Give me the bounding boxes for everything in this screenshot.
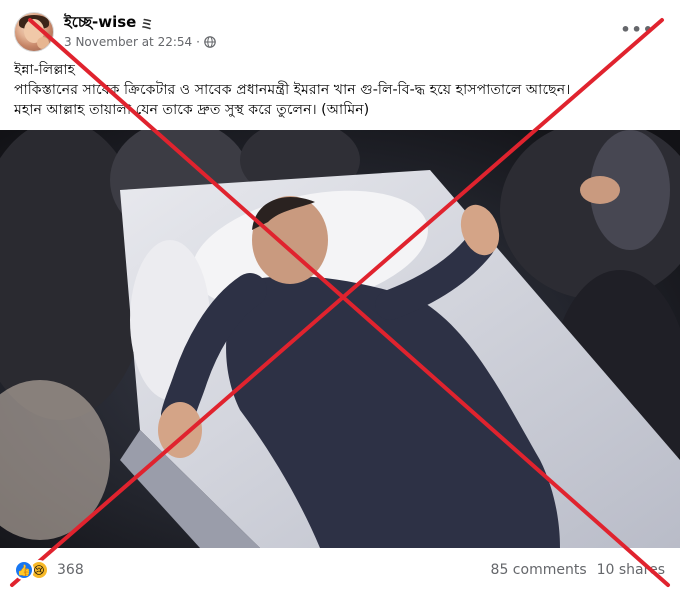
post-timestamp[interactable]: 3 November at 22:54 <box>64 35 192 49</box>
reaction-count[interactable]: 368 <box>57 562 84 578</box>
post-text-line: পাকিস্তানের সাবেক ক্রিকেটার ও সাবেক প্রধ… <box>14 82 571 98</box>
post-stats: 85 comments 10 shares <box>491 562 665 578</box>
author-name[interactable]: ইচ্ছে-wise <box>64 11 136 36</box>
globe-icon <box>204 36 216 48</box>
post-text-line: ইন্না-লিল্লাহ <box>14 62 76 78</box>
comments-count[interactable]: 85 comments <box>491 562 587 578</box>
like-icon: 👍 <box>14 560 34 580</box>
post-photo[interactable] <box>0 130 680 548</box>
avatar-hand <box>37 37 49 49</box>
facebook-post: ইচ্ছে-wise ミ 3 November at 22:54 · ••• ই… <box>0 0 680 592</box>
reactions-summary[interactable]: 👍 😢 368 <box>14 560 84 580</box>
meta-separator: · <box>196 35 200 49</box>
shares-count[interactable]: 10 shares <box>597 562 665 578</box>
more-options-icon[interactable]: ••• <box>620 20 654 39</box>
post-header: ইচ্ছে-wise ミ 3 November at 22:54 · ••• <box>14 10 664 54</box>
triple-z-icon: ミ <box>140 18 153 33</box>
post-meta: 3 November at 22:54 · <box>64 35 216 49</box>
post-text-line: মহান আল্লাহ তায়ালা যেন তাকে দ্রুত সুস্থ… <box>14 102 370 118</box>
author-avatar[interactable] <box>14 12 54 52</box>
post-text: ইন্না-লিল্লাহ পাকিস্তানের সাবেক ক্রিকেটা… <box>14 60 669 120</box>
photo-illustration <box>0 130 680 548</box>
author-row: ইচ্ছে-wise ミ <box>64 11 153 36</box>
post-footer: 👍 😢 368 85 comments 10 shares <box>14 556 669 586</box>
